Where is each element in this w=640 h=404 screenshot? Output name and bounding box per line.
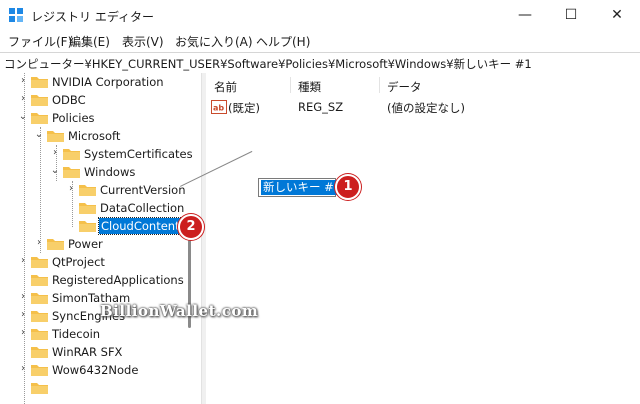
tree-item-label: Wow6432Node — [52, 363, 139, 377]
column-header-name[interactable]: 名前 — [214, 79, 237, 95]
value-list[interactable]: 名前 種類 データ ab (既定) REG_SZ (値の設定なし) — [206, 73, 640, 404]
chevron-right-icon[interactable]: › — [18, 93, 28, 104]
string-value-icon: ab — [211, 100, 227, 114]
value-data: (値の設定なし) — [387, 101, 465, 115]
folder-icon — [31, 293, 48, 304]
address-path[interactable]: コンピューター¥HKEY_CURRENT_USER¥Software¥Polic… — [4, 56, 532, 72]
svg-text:ab: ab — [213, 104, 224, 113]
window-title: レジストリ エディター — [31, 10, 154, 24]
tree-item-label: CurrentVersion — [100, 183, 186, 197]
chevron-right-icon[interactable]: › — [18, 327, 28, 338]
folder-icon — [79, 203, 96, 214]
watermark-text: BillionWallet.com — [100, 302, 259, 320]
folder-icon — [31, 257, 48, 268]
new-key-name-input[interactable]: 新しいキー #1 — [258, 178, 344, 197]
chevron-right-icon[interactable]: › — [18, 291, 28, 302]
value-type: REG_SZ — [298, 100, 344, 114]
folder-open-icon — [47, 131, 64, 142]
registry-editor-window: レジストリ エディター — ☐ ✕ ファイル(F) 編集(E) 表示(V) お気… — [0, 0, 640, 404]
tree-item-nvidia[interactable]: › NVIDIA Corporation — [0, 73, 200, 91]
tree-item-label: QtProject — [52, 255, 105, 269]
folder-icon — [47, 239, 64, 250]
tree-item-label: DataCollection — [100, 201, 185, 215]
chevron-right-icon[interactable]: › — [18, 309, 28, 320]
tree-item-wow6432node[interactable]: › Wow6432Node — [0, 361, 200, 379]
tree-item-label: Windows — [84, 165, 136, 179]
tree-item-systemcertificates[interactable]: › SystemCertificates — [0, 145, 200, 163]
tree-item-odbc[interactable]: › ODBC — [0, 91, 200, 109]
chevron-down-icon[interactable]: ⌄ — [34, 129, 44, 140]
column-header-type[interactable]: 種類 — [298, 79, 321, 95]
menu-edit[interactable]: 編集(E) — [69, 33, 110, 50]
folder-icon — [31, 365, 48, 376]
folder-icon — [31, 77, 48, 88]
menu-bar: ファイル(F) 編集(E) 表示(V) お気に入り(A) ヘルプ(H) — [0, 31, 640, 51]
chevron-right-icon[interactable]: › — [18, 363, 28, 374]
folder-open-icon — [31, 113, 48, 124]
tree-item-power[interactable]: › Power — [0, 235, 200, 253]
folder-icon — [79, 185, 96, 196]
chevron-right-icon[interactable]: › — [18, 75, 28, 86]
folder-icon — [31, 329, 48, 340]
folder-open-icon — [63, 167, 80, 178]
address-bar[interactable]: コンピューター¥HKEY_CURRENT_USER¥Software¥Polic… — [0, 52, 640, 74]
menu-favorites[interactable]: お気に入り(A) — [175, 33, 253, 50]
tree-item-qtproject[interactable]: › QtProject — [0, 253, 200, 271]
tree-item-registeredapplications[interactable]: RegisteredApplications — [0, 271, 200, 289]
chevron-right-icon[interactable]: › — [50, 147, 60, 158]
folder-icon — [31, 347, 48, 358]
folder-icon — [63, 149, 80, 160]
chevron-right-icon[interactable]: › — [66, 183, 76, 194]
folder-icon — [31, 275, 48, 286]
callout-badge-2: 2 — [178, 214, 204, 240]
minimize-button[interactable]: — — [502, 0, 548, 30]
tree-item-label: Policies — [52, 111, 95, 125]
column-header-data[interactable]: データ — [387, 79, 422, 95]
tree-item-label: Microsoft — [68, 129, 121, 143]
new-key-name-selected-text[interactable]: 新しいキー #1 — [261, 180, 344, 195]
close-button[interactable]: ✕ — [594, 0, 640, 30]
folder-icon — [31, 383, 48, 394]
tree-item-winrar-sfx[interactable]: WinRAR SFX — [0, 343, 200, 361]
tree-item-currentversion[interactable]: › CurrentVersion — [0, 181, 200, 199]
chevron-right-icon[interactable]: › — [34, 237, 44, 248]
tree-item-label: ODBC — [52, 93, 86, 107]
tree-item-label: Tidecoin — [52, 327, 101, 341]
menu-view[interactable]: 表示(V) — [122, 33, 164, 50]
selected-key-cloudcontent[interactable]: CloudContent — [98, 217, 183, 235]
tree-item-datacollection[interactable]: DataCollection — [0, 199, 200, 217]
chevron-down-icon[interactable]: ⌄ — [50, 165, 60, 176]
tree-item-partial[interactable] — [0, 379, 200, 397]
tree-item-label: SystemCertificates — [84, 147, 193, 161]
tree-item-windows[interactable]: ⌄ Windows — [0, 163, 200, 181]
tree-item-policies[interactable]: ⌄ Policies — [0, 109, 200, 127]
maximize-button[interactable]: ☐ — [548, 0, 594, 30]
folder-icon — [31, 311, 48, 322]
tree-item-label: RegisteredApplications — [52, 273, 184, 287]
chevron-down-icon[interactable]: ⌄ — [18, 111, 28, 122]
tree-item-label: Power — [68, 237, 103, 251]
chevron-right-icon[interactable]: › — [18, 255, 28, 266]
key-tree[interactable]: › NVIDIA Corporation › ODBC ⌄ Policies ⌄… — [0, 73, 201, 404]
column-separator[interactable] — [290, 77, 291, 93]
value-name-default[interactable]: (既定) — [228, 100, 260, 116]
title-bar: レジストリ エディター — ☐ ✕ — [0, 0, 640, 30]
tree-item-tidecoin[interactable]: › Tidecoin — [0, 325, 200, 343]
registry-editor-icon — [9, 8, 23, 22]
folder-icon — [79, 221, 96, 232]
column-separator[interactable] — [379, 77, 380, 93]
menu-file[interactable]: ファイル(F) — [8, 33, 72, 50]
folder-icon — [31, 95, 48, 106]
menu-help[interactable]: ヘルプ(H) — [256, 33, 310, 50]
tree-item-label: WinRAR SFX — [52, 345, 123, 359]
tree-item-label: NVIDIA Corporation — [52, 75, 164, 89]
tree-item-microsoft[interactable]: ⌄ Microsoft — [0, 127, 200, 145]
callout-badge-1: 1 — [335, 174, 361, 200]
